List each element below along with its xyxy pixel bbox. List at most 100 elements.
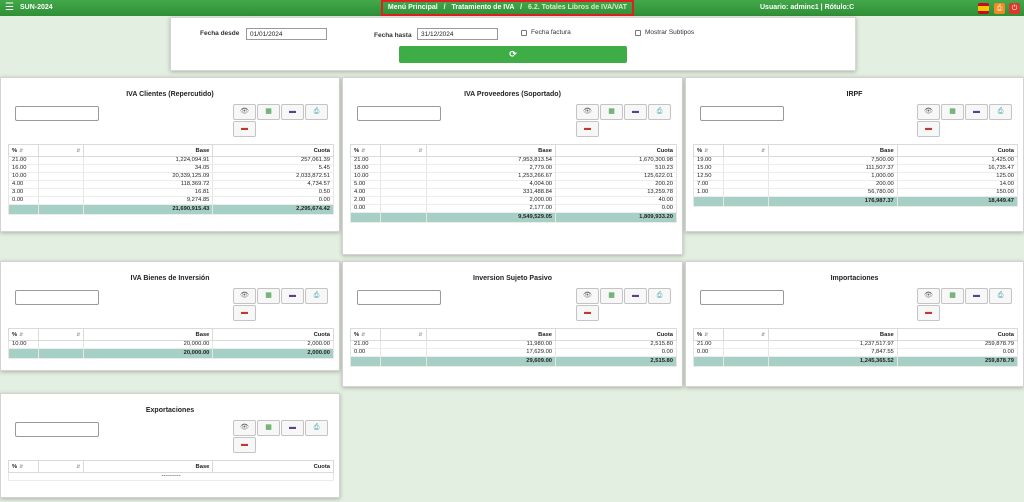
pdf-icon[interactable]: ▬ bbox=[965, 288, 988, 304]
column-header-pct[interactable]: % ⇵ bbox=[350, 144, 381, 157]
column-header-base[interactable]: Base bbox=[83, 328, 214, 341]
summary-table: % ⇵ ⇵ Base Cuota 19.00 7,500.00 1,425.00 15.00 11… bbox=[693, 144, 1019, 207]
export-icon[interactable]: ▬ bbox=[576, 121, 599, 137]
table-search-input[interactable] bbox=[700, 106, 784, 121]
table-search-input[interactable] bbox=[15, 290, 99, 305]
pdf-icon[interactable]: ▬ bbox=[281, 104, 304, 120]
excel-icon[interactable]: ▦ bbox=[257, 104, 280, 120]
print-icon[interactable]: ⎙ bbox=[305, 288, 328, 304]
column-header-cuota[interactable]: Cuota bbox=[212, 144, 334, 157]
base-cell: 1,237,517.97 bbox=[768, 340, 898, 349]
blank-cell bbox=[722, 348, 770, 357]
print-icon[interactable]: ⎙ bbox=[989, 104, 1012, 120]
export-icon[interactable]: ▬ bbox=[917, 305, 940, 321]
pct-cell: 4.00 bbox=[350, 188, 381, 197]
column-header-sort[interactable]: ⇵ bbox=[722, 328, 770, 341]
excel-icon[interactable]: ▦ bbox=[600, 104, 623, 120]
export-icon[interactable]: ▬ bbox=[233, 121, 256, 137]
sort-icon: ⇵ bbox=[760, 331, 766, 338]
excel-icon[interactable]: ▦ bbox=[600, 288, 623, 304]
column-header-base[interactable]: Base bbox=[425, 328, 557, 341]
column-header-pct[interactable]: % ⇵ bbox=[8, 328, 39, 341]
view-icon[interactable]: 👁 bbox=[917, 104, 940, 120]
column-header-sort[interactable]: ⇵ bbox=[379, 328, 427, 341]
fecha-factura-checkbox[interactable] bbox=[521, 30, 527, 36]
hamburger-menu-icon[interactable]: ☰ bbox=[5, 2, 14, 14]
excel-icon[interactable]: ▦ bbox=[257, 288, 280, 304]
power-icon[interactable]: ⏻ bbox=[1009, 3, 1020, 14]
pdf-icon[interactable]: ▬ bbox=[965, 104, 988, 120]
view-icon[interactable]: 👁 bbox=[576, 104, 599, 120]
pdf-icon[interactable]: ▬ bbox=[281, 420, 304, 436]
total-cuota-cell: 1,809,933.20 bbox=[555, 212, 677, 223]
pct-cell: 10.00 bbox=[8, 172, 39, 181]
column-header-sort[interactable]: ⇵ bbox=[37, 144, 85, 157]
pct-cell: 10.00 bbox=[350, 172, 381, 181]
print-icon[interactable]: ⎙ bbox=[648, 288, 671, 304]
column-header-pct[interactable]: % ⇵ bbox=[8, 460, 39, 473]
base-cell: 16.81 bbox=[83, 188, 214, 197]
table-search-input[interactable] bbox=[357, 106, 441, 121]
print-icon[interactable]: ⎙ bbox=[989, 288, 1012, 304]
column-header-base[interactable]: Base bbox=[83, 460, 214, 473]
print-icon[interactable]: ⎙ bbox=[994, 3, 1005, 14]
pdf-icon[interactable]: ▬ bbox=[624, 104, 647, 120]
column-header-cuota[interactable]: Cuota bbox=[212, 328, 334, 341]
view-icon[interactable]: 👁 bbox=[233, 104, 256, 120]
fecha-desde-label: Fecha desde bbox=[200, 30, 240, 37]
cuota-cell: 2,000.00 bbox=[212, 340, 334, 349]
column-header-cuota[interactable]: Cuota bbox=[896, 144, 1019, 157]
column-header-pct[interactable]: % ⇵ bbox=[693, 144, 724, 157]
column-header-sort[interactable]: ⇵ bbox=[722, 144, 770, 157]
table-search-input[interactable] bbox=[357, 290, 441, 305]
export-icon[interactable]: ▬ bbox=[576, 305, 599, 321]
fecha-desde-input[interactable]: 01/01/2024 bbox=[246, 28, 327, 40]
print-icon[interactable]: ⎙ bbox=[305, 104, 328, 120]
export-icon[interactable]: ▬ bbox=[917, 121, 940, 137]
table-search-input[interactable] bbox=[15, 106, 99, 121]
column-header-cuota[interactable]: Cuota bbox=[555, 328, 677, 341]
table-row: 12.50 1,000.00 125.00 bbox=[693, 172, 1019, 181]
export-icon[interactable]: ▬ bbox=[233, 437, 256, 453]
excel-icon[interactable]: ▦ bbox=[257, 420, 280, 436]
view-icon[interactable]: 👁 bbox=[917, 288, 940, 304]
breadcrumb-item-tratamiento-iva[interactable]: Tratamiento de IVA bbox=[452, 4, 515, 11]
view-icon[interactable]: 👁 bbox=[576, 288, 599, 304]
column-header-sort[interactable]: ⇵ bbox=[37, 460, 85, 473]
table-row: 21.00 7,953,813.54 1,670,300.98 bbox=[350, 156, 677, 165]
column-header-base[interactable]: Base bbox=[83, 144, 214, 157]
column-header-base[interactable]: Base bbox=[768, 144, 898, 157]
pdf-icon[interactable]: ▬ bbox=[624, 288, 647, 304]
cuota-cell: 1,670,300.98 bbox=[555, 156, 677, 165]
breadcrumb-item-menu-principal[interactable]: Menú Principal bbox=[388, 4, 438, 11]
excel-icon[interactable]: ▦ bbox=[941, 288, 964, 304]
table-search-input[interactable] bbox=[700, 290, 784, 305]
blank-cell bbox=[37, 156, 85, 165]
column-header-base[interactable]: Base bbox=[768, 328, 898, 341]
total-pct-cell bbox=[8, 348, 39, 359]
print-icon[interactable]: ⎙ bbox=[648, 104, 671, 120]
total-row: 9,549,529.05 1,809,933.20 bbox=[350, 212, 677, 223]
table-search-input[interactable] bbox=[15, 422, 99, 437]
column-header-pct[interactable]: % ⇵ bbox=[693, 328, 724, 341]
blank-cell bbox=[379, 204, 427, 213]
column-header-pct[interactable]: % ⇵ bbox=[350, 328, 381, 341]
mostrar-subtipos-checkbox[interactable] bbox=[635, 30, 641, 36]
excel-icon[interactable]: ▦ bbox=[941, 104, 964, 120]
column-header-sort[interactable]: ⇵ bbox=[37, 328, 85, 341]
print-icon[interactable]: ⎙ bbox=[305, 420, 328, 436]
column-header-cuota[interactable]: Cuota bbox=[555, 144, 677, 157]
column-header-cuota[interactable]: Cuota bbox=[212, 460, 334, 473]
column-header-sort[interactable]: ⇵ bbox=[379, 144, 427, 157]
fecha-hasta-input[interactable]: 31/12/2024 bbox=[417, 28, 498, 40]
refresh-button[interactable]: ⟳ bbox=[399, 46, 627, 63]
breadcrumb: Menú Principal / Tratamiento de IVA / 6.… bbox=[381, 0, 634, 16]
column-header-cuota[interactable]: Cuota bbox=[896, 328, 1019, 341]
view-icon[interactable]: 👁 bbox=[233, 420, 256, 436]
export-icon[interactable]: ▬ bbox=[233, 305, 256, 321]
view-icon[interactable]: 👁 bbox=[233, 288, 256, 304]
column-header-pct[interactable]: % ⇵ bbox=[8, 144, 39, 157]
pdf-icon[interactable]: ▬ bbox=[281, 288, 304, 304]
column-header-base[interactable]: Base bbox=[425, 144, 557, 157]
spain-flag-icon[interactable] bbox=[978, 3, 989, 14]
